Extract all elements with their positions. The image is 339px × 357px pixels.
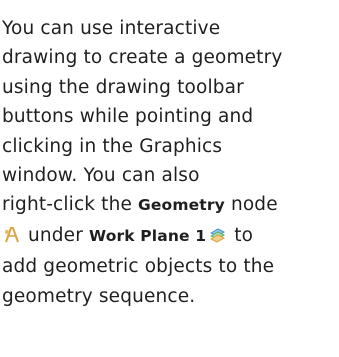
- text-segment: to: [228, 224, 254, 246]
- text-line-8: under Work Plane 1 to: [2, 221, 339, 252]
- text-line-6: window. You can also: [2, 165, 200, 187]
- text-line-10: geometry sequence.: [2, 285, 196, 307]
- text-line-9: add geometric objects to the: [2, 256, 275, 278]
- work-plane-label: Work Plane 1: [89, 226, 207, 245]
- text-line-7: right-click the Geometry node: [2, 190, 339, 220]
- work-plane-icon: [208, 223, 226, 252]
- text-segment: right-click the: [2, 194, 139, 216]
- text-segment: under: [22, 224, 89, 246]
- text-line-1: You can use interactive: [2, 18, 221, 39]
- help-document: You can use interactive drawing to creat…: [0, 0, 339, 357]
- text-segment: node: [224, 194, 278, 216]
- text-line-3: using the drawing toolbar: [2, 76, 244, 98]
- instruction-paragraph: You can use interactive drawing to creat…: [2, 14, 339, 311]
- text-line-4: buttons while pointing and: [2, 106, 254, 128]
- geometry-node-icon: [4, 223, 20, 252]
- geometry-node-label: Geometry: [138, 196, 225, 215]
- text-line-5: clicking in the Graphics: [2, 135, 223, 157]
- text-line-2: drawing to create a geometry: [2, 47, 283, 69]
